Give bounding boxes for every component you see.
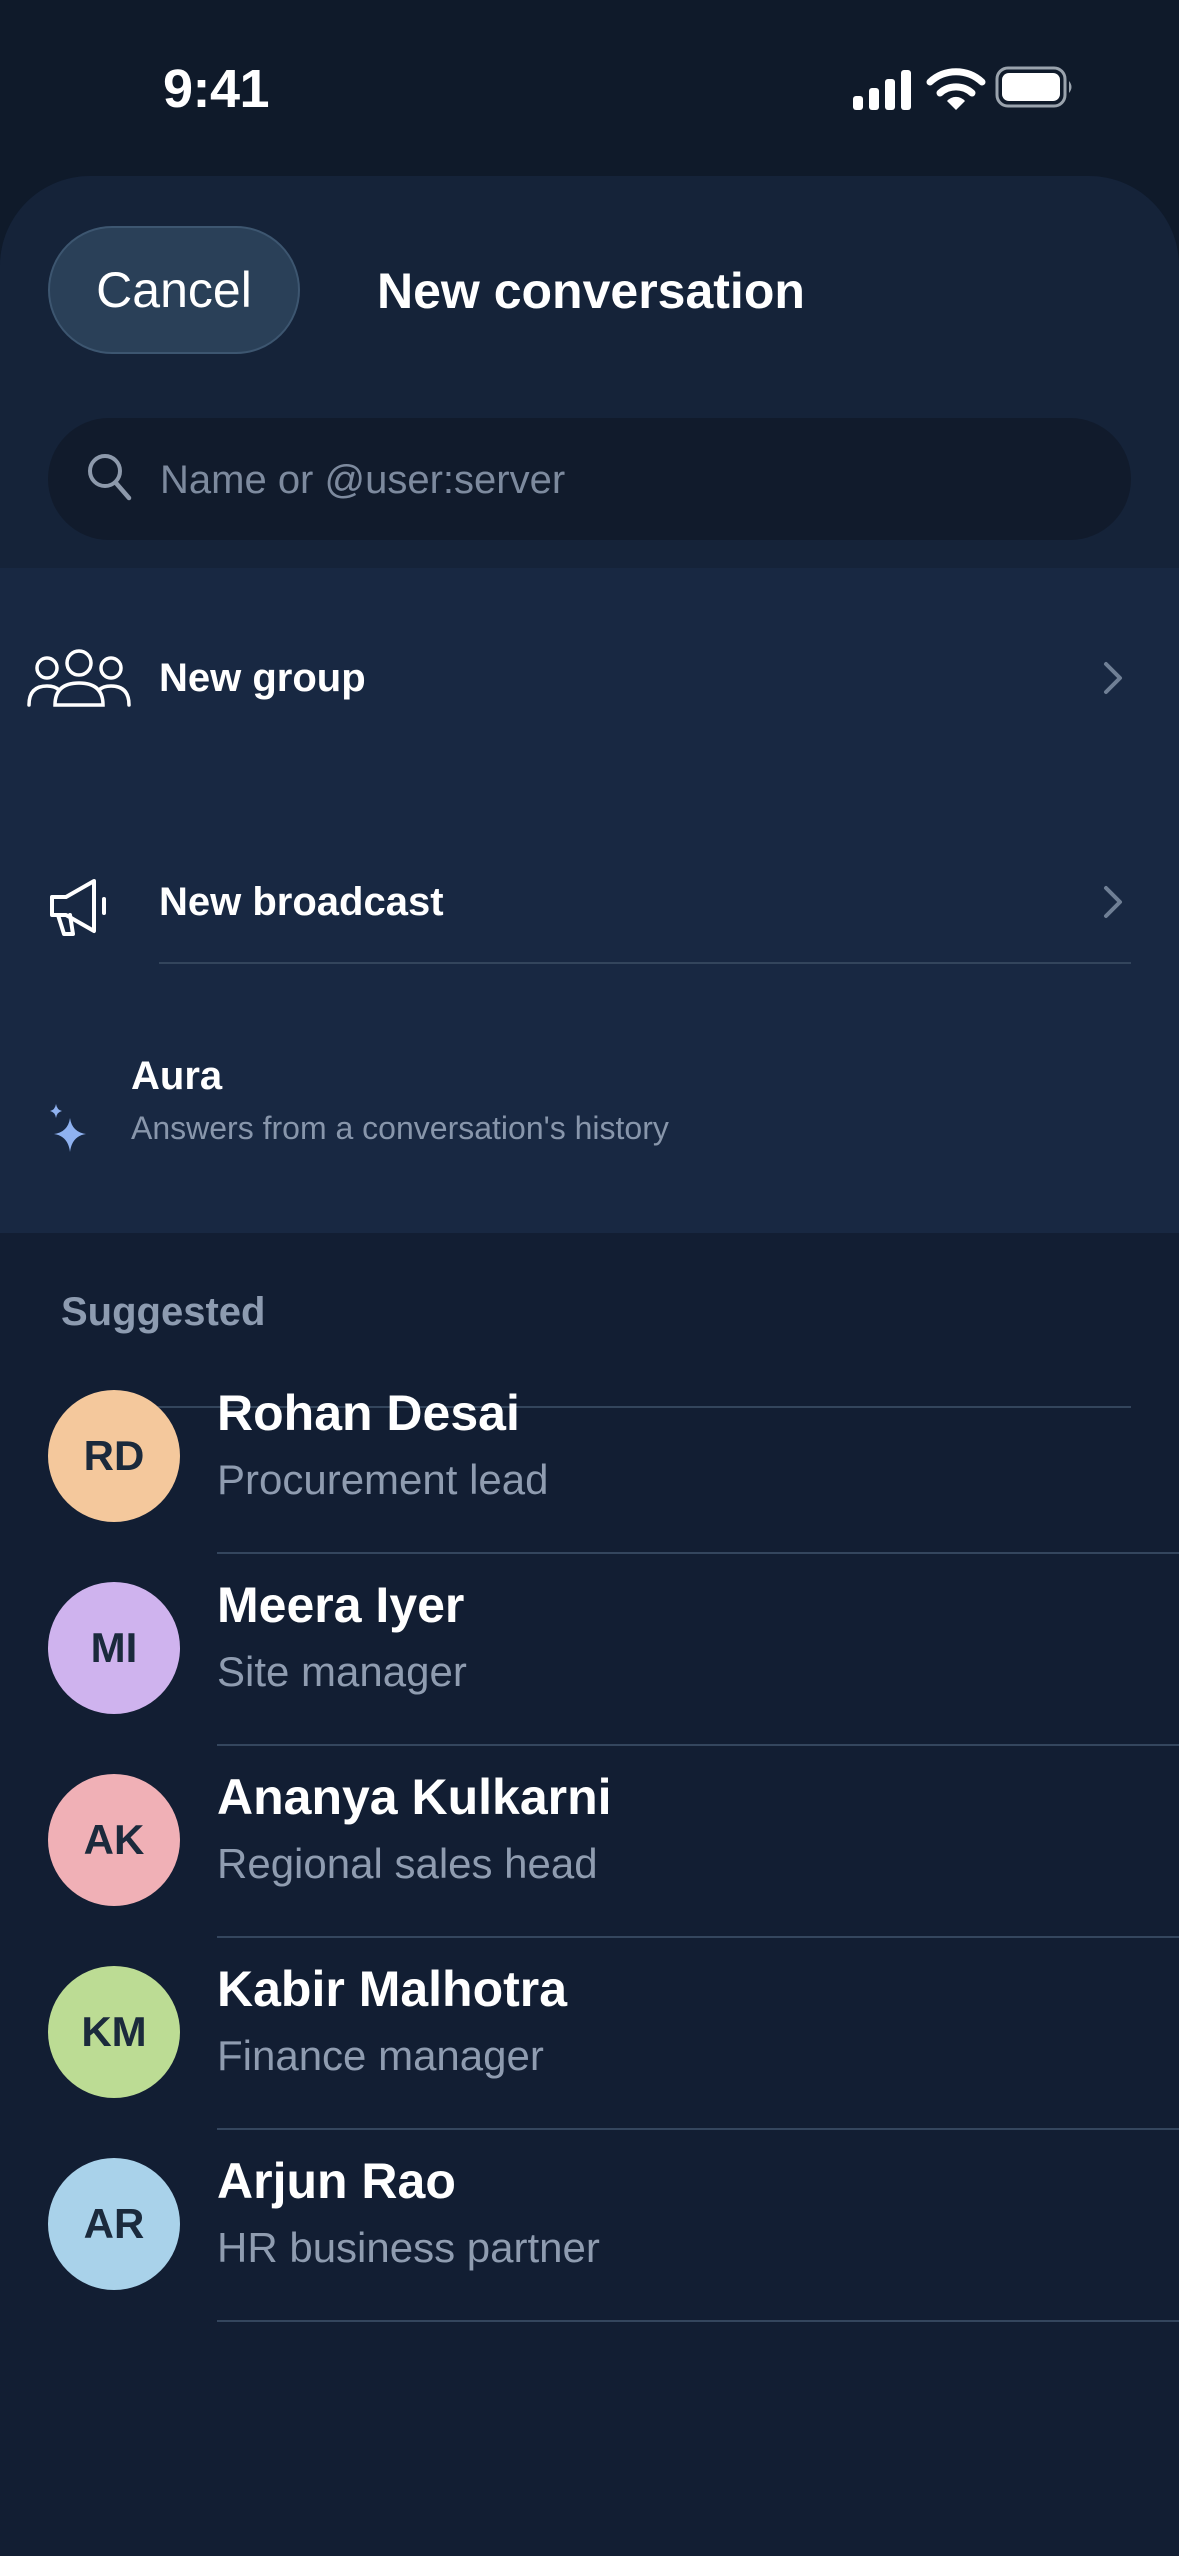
avatar: KM [48, 1966, 180, 2098]
contact-name: Rohan Desai [217, 1385, 520, 1441]
list-item[interactable]: AK Ananya Kulkarni Regional sales head [0, 1746, 1179, 1938]
contact-name: Arjun Rao [217, 2153, 456, 2209]
avatar: AK [48, 1774, 180, 1906]
battery-icon [995, 66, 1072, 108]
contact-name: Kabir Malhotra [217, 1961, 568, 2017]
cancel-button[interactable]: Cancel [48, 226, 300, 354]
contact-name: Meera Iyer [217, 1577, 465, 1633]
chevron-right-icon [1104, 886, 1122, 918]
avatar: AR [48, 2158, 180, 2290]
chevron-right-icon [1104, 662, 1122, 694]
action-list: New group New broadcast Aura Answers fro… [0, 568, 1179, 1408]
sheet-title: New conversation [377, 263, 805, 319]
new-group-label: New group [159, 656, 366, 700]
avatar: MI [48, 1582, 180, 1714]
new-broadcast-label: New broadcast [159, 880, 444, 924]
contact-name: Ananya Kulkarni [217, 1769, 612, 1825]
contact-role: Site manager [217, 1648, 467, 1695]
divider [159, 962, 1131, 964]
suggested-heading: Suggested [61, 1290, 266, 1334]
aura-label: Aura [131, 1054, 223, 1098]
wifi-icon [926, 68, 986, 110]
new-group-row[interactable]: New group [0, 568, 1179, 964]
divider [217, 2320, 1179, 2322]
list-item[interactable]: MI Meera Iyer Site manager [0, 1554, 1179, 1746]
people-group-icon [27, 649, 131, 707]
search-field[interactable] [48, 418, 1131, 542]
aura-subtitle: Answers from a conversation's history [131, 1110, 669, 1146]
sheet-header: Cancel New conversation [0, 176, 1179, 568]
contact-role: HR business partner [217, 2224, 600, 2271]
cellular-signal-icon [853, 70, 911, 110]
status-bar: 9:41 [0, 0, 1179, 170]
list-item[interactable]: AR Arjun Rao HR business partner [0, 2130, 1179, 2322]
search-input[interactable] [158, 418, 1102, 542]
new-conversation-sheet: Cancel New conversation New gro [0, 176, 1179, 2556]
sparkle-icon [50, 1104, 86, 1152]
list-item[interactable]: RD Rohan Desai Procurement lead [0, 1362, 1179, 1554]
aura-row[interactable]: Aura Answers from a conversation's histo… [0, 1010, 1179, 1233]
contact-role: Finance manager [217, 2032, 544, 2079]
new-broadcast-row[interactable]: New broadcast [0, 789, 1179, 1010]
contact-role: Procurement lead [217, 1456, 549, 1503]
search-icon [88, 454, 132, 501]
list-item[interactable]: KM Kabir Malhotra Finance manager [0, 1938, 1179, 2130]
avatar: RD [48, 1390, 180, 1522]
megaphone-icon [50, 879, 106, 936]
contact-role: Regional sales head [217, 1840, 598, 1887]
status-time: 9:41 [163, 59, 270, 119]
